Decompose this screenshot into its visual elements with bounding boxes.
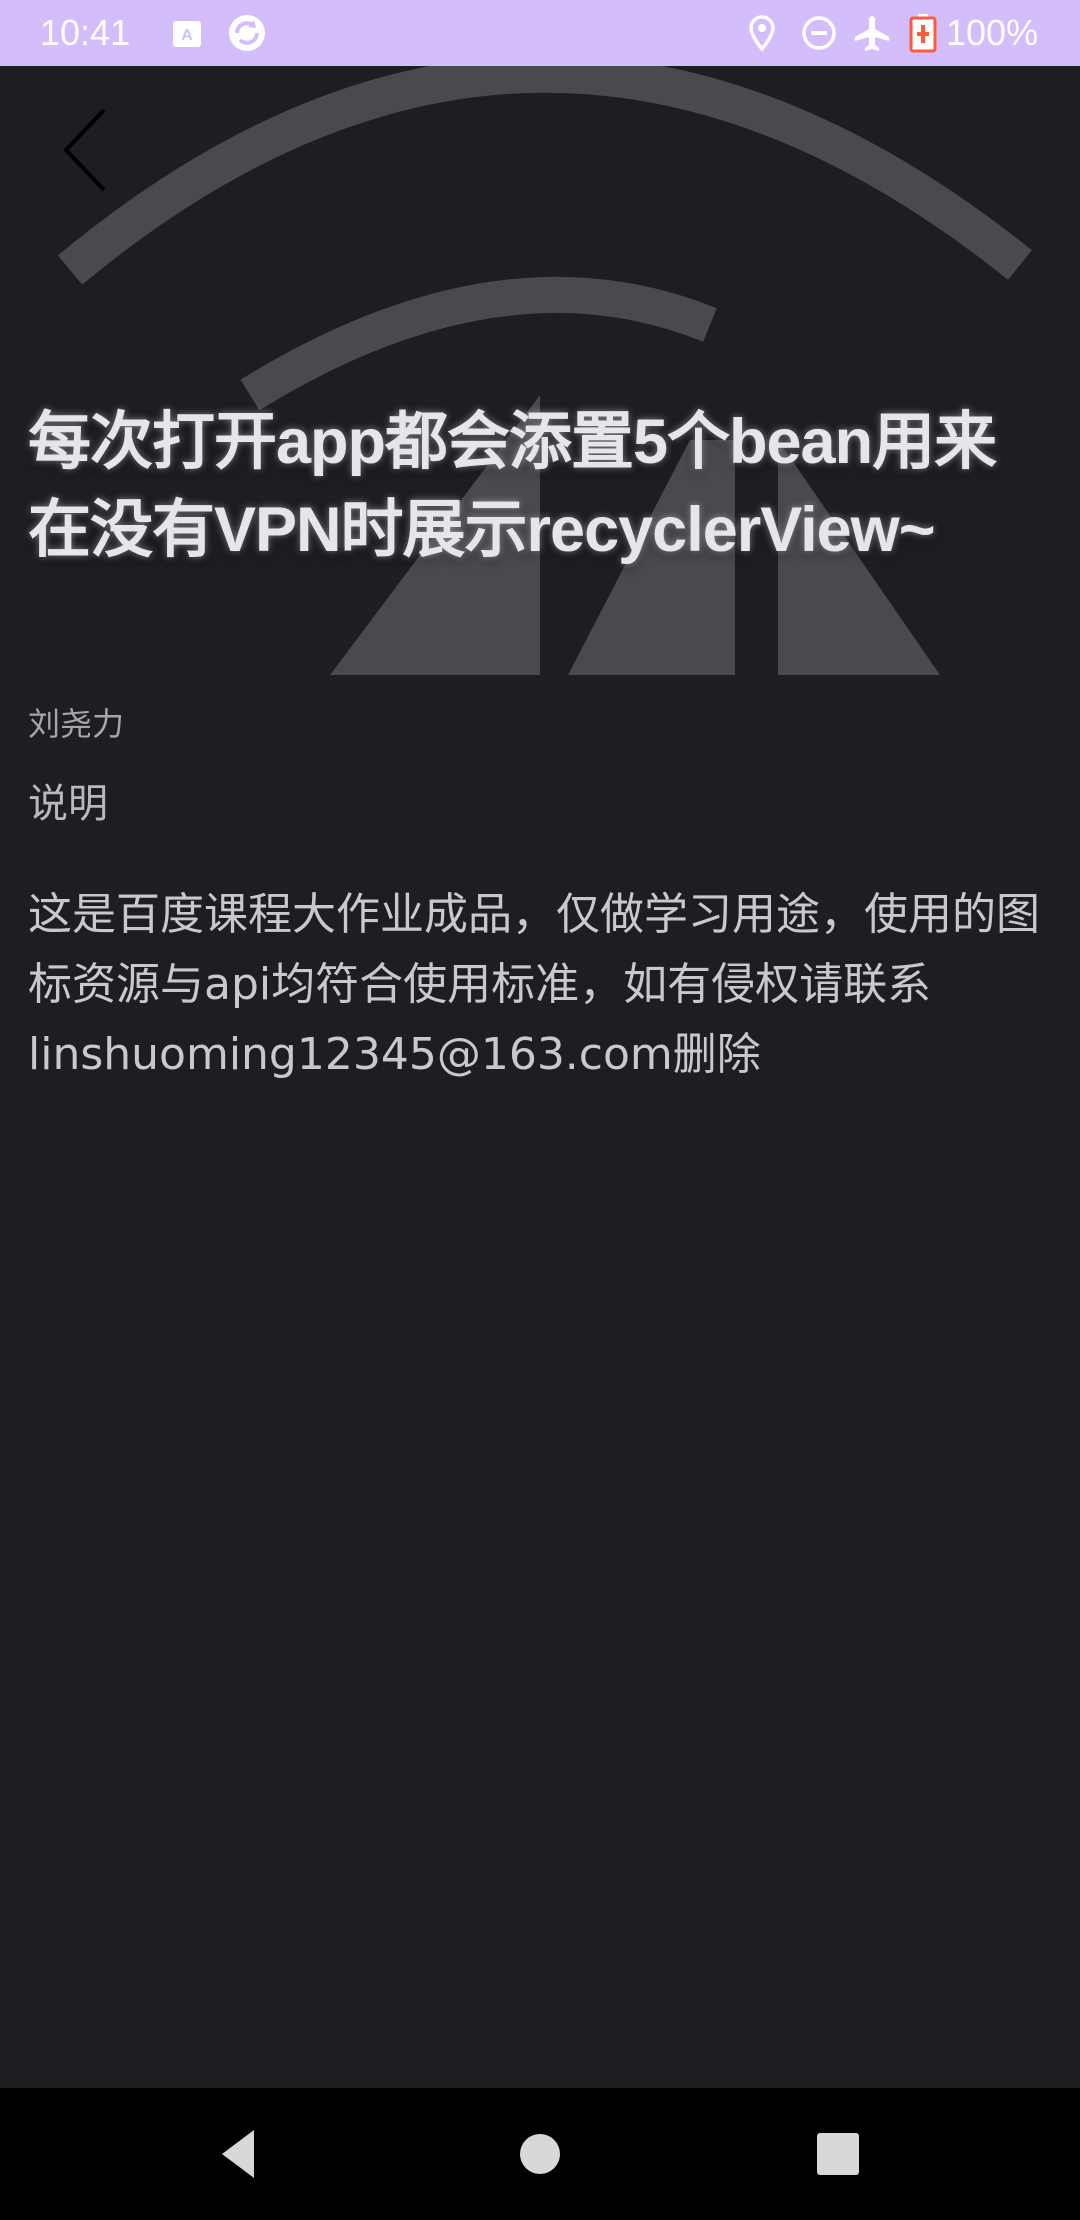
article-body: 这是百度课程大作业成品，仅做学习用途，使用的图标资源与api均符合使用标准，如有… [28,889,1040,1080]
section-label: 说明 [28,781,108,827]
recents-square-icon[interactable] [808,2124,868,2184]
battery-percentage: 100% [946,12,1039,53]
svg-text:A: A [181,27,193,44]
article-detail-screen: 10:41 A 100% 每次打开app都会添置5个bean用来在没有VPN时展… [0,0,1080,2220]
system-navigation-bar [0,2088,1080,2220]
back-triangle-icon[interactable] [210,2124,270,2184]
airplane-mode-icon [855,16,889,51]
keyboard-a-icon: A [173,21,201,47]
battery-charging-icon [909,14,937,53]
sync-app-icon [229,15,265,51]
do-not-disturb-icon [802,16,836,50]
article-title: 每次打开app都会添置5个bean用来在没有VPN时展示recyclerView… [28,407,997,565]
article-author: 刘尧力 [28,705,125,743]
wifi-arc-icon [57,66,1032,675]
back-button[interactable] [52,100,132,200]
status-bar: 10:41 A 100% [0,0,1080,66]
location-icon [749,15,775,52]
status-time: 10:41 [40,12,131,53]
home-circle-icon[interactable] [510,2124,570,2184]
